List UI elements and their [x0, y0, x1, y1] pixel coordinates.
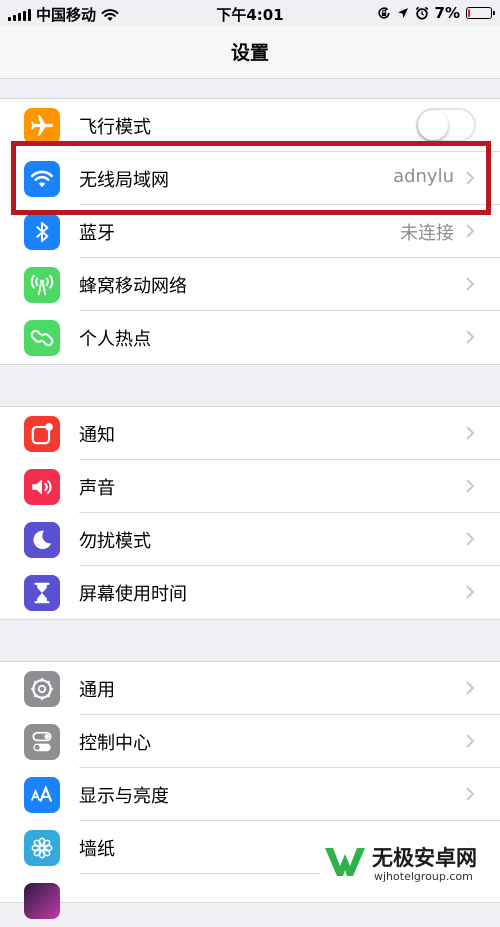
sound-icon	[24, 469, 60, 505]
wlan-network-name: adnylu	[393, 166, 454, 187]
airplane-icon	[24, 108, 60, 144]
chevron-right-icon	[466, 734, 475, 748]
chevron-right-icon	[466, 426, 475, 440]
hotspot-icon	[24, 320, 60, 356]
settings-group-connectivity: 飞行模式 无线局域网 adnylu 蓝牙 未连接 蜂窝移动网络 个人热点	[0, 98, 500, 365]
chevron-right-icon	[466, 532, 475, 546]
battery-icon	[466, 7, 495, 19]
gear-icon	[24, 671, 60, 707]
nav-bar: 设置	[0, 26, 500, 79]
settings-row-label: 控制中心	[79, 733, 151, 754]
battery-level	[468, 9, 470, 17]
status-right: 7%	[377, 4, 495, 22]
settings-row-notifications[interactable]: 通知	[0, 407, 500, 460]
battery-percent: 7%	[434, 4, 460, 22]
settings-row-screen-time[interactable]: 屏幕使用时间	[0, 566, 500, 619]
chevron-right-icon	[466, 479, 475, 493]
switches-icon	[24, 724, 60, 760]
chevron-right-icon	[466, 171, 475, 185]
moon-icon	[24, 522, 60, 558]
bluetooth-status: 未连接	[400, 223, 454, 244]
settings-row-cellular[interactable]: 蜂窝移动网络	[0, 258, 500, 311]
settings-row-do-not-disturb[interactable]: 勿扰模式	[0, 513, 500, 566]
wifi-icon	[24, 161, 60, 197]
watermark-url: wjhotelgroup.com	[374, 870, 473, 883]
screen-lock-icon	[378, 7, 390, 19]
chevron-right-icon	[466, 787, 475, 801]
settings-row-bluetooth[interactable]: 蓝牙 未连接	[0, 205, 500, 258]
settings-row-hotspot[interactable]: 个人热点	[0, 311, 500, 364]
toggle-knob	[418, 110, 448, 140]
settings-row-wlan[interactable]: 无线局域网 adnylu	[0, 152, 500, 205]
chevron-right-icon	[466, 224, 475, 238]
cellular-icon	[24, 267, 60, 303]
bluetooth-icon	[24, 214, 60, 250]
siri-icon	[24, 883, 60, 919]
settings-row-airplane-mode[interactable]: 飞行模式	[0, 99, 500, 152]
settings-row-label: 墙纸	[79, 839, 115, 860]
watermark-logo-icon	[325, 848, 365, 876]
settings-row-label: 蜂窝移动网络	[79, 276, 187, 297]
settings-group-notifications: 通知 声音 勿扰模式 屏幕使用时间	[0, 406, 500, 620]
watermark-title: 无极安卓网	[372, 846, 477, 870]
alarm-icon	[415, 6, 428, 20]
settings-row-label: 飞行模式	[79, 117, 151, 138]
flower-icon	[24, 830, 60, 866]
settings-row-label: 声音	[79, 478, 115, 499]
settings-row-label: 勿扰模式	[79, 531, 151, 552]
settings-row-general[interactable]: 通用	[0, 662, 500, 715]
status-bar: 中国移动 下午4:01 7%	[0, 0, 500, 26]
settings-row-sounds[interactable]: 声音	[0, 460, 500, 513]
notifications-icon	[24, 416, 60, 452]
settings-row-label: 蓝牙	[79, 223, 115, 244]
settings-row-label: 个人热点	[79, 329, 151, 350]
settings-row-label: 显示与亮度	[79, 786, 169, 807]
hourglass-icon	[24, 575, 60, 611]
settings-row-label: 通知	[79, 425, 115, 446]
watermark: 无极安卓网 wjhotelgroup.com	[320, 838, 500, 888]
chevron-right-icon	[466, 681, 475, 695]
chevron-right-icon	[466, 585, 475, 599]
settings-row-label: 通用	[79, 680, 115, 701]
settings-row-control-center[interactable]: 控制中心	[0, 715, 500, 768]
page-title: 设置	[230, 42, 269, 64]
chevron-right-icon	[466, 277, 475, 291]
settings-row-display-brightness[interactable]: 显示与亮度	[0, 768, 500, 821]
chevron-right-icon	[466, 330, 475, 344]
airplane-mode-toggle[interactable]	[416, 108, 476, 142]
text-size-icon	[24, 777, 60, 813]
settings-row-label: 屏幕使用时间	[79, 584, 187, 605]
location-icon	[397, 8, 408, 18]
settings-row-label: 无线局域网	[79, 170, 169, 191]
